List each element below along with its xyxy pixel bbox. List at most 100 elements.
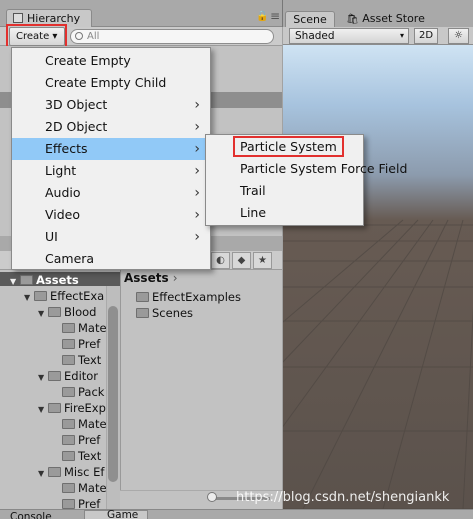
tree-folder-label: Mate [78,417,106,431]
menu-item-camera[interactable]: Camera [12,248,210,270]
asset-folder-label: EffectExamples [152,290,241,304]
menu-item-label: Audio [45,185,81,200]
menu-item-line[interactable]: Line [206,202,363,224]
create-dropdown-button[interactable]: Create ▾ [9,27,65,46]
chevron-right-icon: › [194,163,200,179]
tree-folder-item[interactable]: ▼ Misc Ef [38,464,106,480]
tree-scrollbar-thumb[interactable] [108,306,118,482]
tab-hierarchy[interactable]: Hierarchy [6,9,92,27]
folder-icon [136,292,149,302]
shading-mode-label: Shaded [295,30,335,42]
tree-folder-item[interactable]: ▼ Blood [38,304,106,320]
tree-folder-label: Blood [64,305,97,319]
folder-icon [62,435,75,445]
chevron-right-icon: › [194,185,200,201]
tree-folder-item[interactable]: ▼ Assets [10,272,106,288]
tree-folder-item[interactable]: Text [52,448,106,464]
search-by-label-icon[interactable]: ◆ [232,252,251,269]
menu-item-video[interactable]: Video › [12,204,210,226]
panel-menu-icon[interactable]: ≡ [270,9,280,23]
search-icon [75,32,83,40]
tab-console[interactable]: Console [10,511,52,519]
scene-grid [283,219,473,509]
menu-item-label: Particle System [240,139,337,154]
menu-item-label: 3D Object [45,97,108,112]
tree-folder-item[interactable]: ▼ FireExp [38,400,106,416]
menu-item-2d-object[interactable]: 2D Object › [12,116,210,138]
folder-icon [48,403,61,413]
tab-scene-label: Scene [293,13,327,26]
tree-folder-item[interactable]: Mate [52,480,106,496]
folder-icon [62,483,75,493]
menu-item-label: UI [45,229,58,244]
tab-game-label: Game [107,509,139,519]
project-toolbar-icons: ◐ ◆ ★ [211,252,272,269]
folder-icon [34,291,47,301]
menu-item-particle-system-force-field[interactable]: Particle System Force Field [206,158,407,180]
search-placeholder: All [87,31,100,42]
breadcrumb-assets[interactable]: Assets [124,271,169,285]
shading-mode-dropdown[interactable]: Shaded ▾ [289,28,409,44]
expand-arrow-icon[interactable]: ▼ [38,306,48,320]
hierarchy-icon [13,13,23,23]
tab-asset-store[interactable]: 🛍 Asset Store [346,12,425,25]
tree-folder-label: Pref [78,337,101,351]
tree-folder-label: Misc Ef [64,465,105,479]
menu-item-3d-object[interactable]: 3D Object › [12,94,210,116]
tree-folder-label: Assets [36,273,79,287]
expand-arrow-icon[interactable]: ▼ [38,402,48,416]
tab-asset-store-label: Asset Store [362,12,425,25]
tree-folder-item[interactable]: Pref [52,432,106,448]
folder-icon [62,387,75,397]
tree-folder-item[interactable]: Pack [52,384,106,400]
asset-folder-item[interactable]: Scenes [136,305,193,321]
hierarchy-search-input[interactable]: All [70,29,274,44]
tree-folder-label: Editor [64,369,99,383]
tab-scene[interactable]: Scene [285,11,335,27]
folder-icon [62,355,75,365]
search-by-type-icon[interactable]: ◐ [211,252,230,269]
tree-folder-item[interactable]: Text [52,352,106,368]
asset-folder-label: Scenes [152,306,194,320]
tree-folder-label: Mate [78,481,106,495]
menu-item-create-empty-child[interactable]: Create Empty Child [12,72,210,94]
scene-viewport[interactable] [283,45,473,509]
tree-folder-item[interactable]: ▼ EffectExa [24,288,106,304]
tab-hierarchy-label: Hierarchy [27,12,81,25]
menu-item-ui[interactable]: UI › [12,226,210,248]
expand-arrow-icon[interactable]: ▼ [38,370,48,384]
menu-item-audio[interactable]: Audio › [12,182,210,204]
menu-item-effects[interactable]: Effects › [12,138,210,160]
menu-item-label: 2D Object [45,119,108,134]
chevron-right-icon: › [194,97,200,113]
menu-item-create-empty[interactable]: Create Empty [12,50,210,72]
breadcrumb[interactable]: Assets › [124,271,178,285]
expand-arrow-icon[interactable]: ▼ [24,290,34,304]
tree-folder-item[interactable]: Mate [52,416,106,432]
menu-item-label: Camera [45,251,95,266]
folder-icon [48,467,61,477]
asset-folder-item[interactable]: EffectExamples [136,289,241,305]
menu-item-label: Light [45,163,77,178]
expand-arrow-icon[interactable]: ▼ [10,274,20,288]
folder-icon [62,339,75,349]
tree-folder-item[interactable]: Mate [52,320,106,336]
tree-folder-item[interactable]: ▼ Editor [38,368,106,384]
menu-item-light[interactable]: Light › [12,160,210,182]
tree-folder-label: FireExp [64,401,106,415]
menu-item-label: Create Empty Child [45,75,167,90]
breadcrumb-chevron-icon: › [172,271,178,285]
favorite-star-icon[interactable]: ★ [253,252,272,269]
lock-icon[interactable]: 🔒 [256,11,268,22]
menu-item-particle-system[interactable]: Particle System [206,136,363,158]
tree-folder-item[interactable]: Pref [52,336,106,352]
chevron-right-icon: › [194,119,200,135]
scene-lighting-button[interactable]: ☼ [448,28,469,44]
tree-folder-label: Pref [78,433,101,447]
tab-game[interactable]: Game [84,510,148,519]
create-label: Create ▾ [16,31,58,42]
icon-size-slider-knob[interactable] [207,492,217,502]
toggle-2d-button[interactable]: 2D [414,28,438,44]
expand-arrow-icon[interactable]: ▼ [38,466,48,480]
menu-item-trail[interactable]: Trail [206,180,363,202]
